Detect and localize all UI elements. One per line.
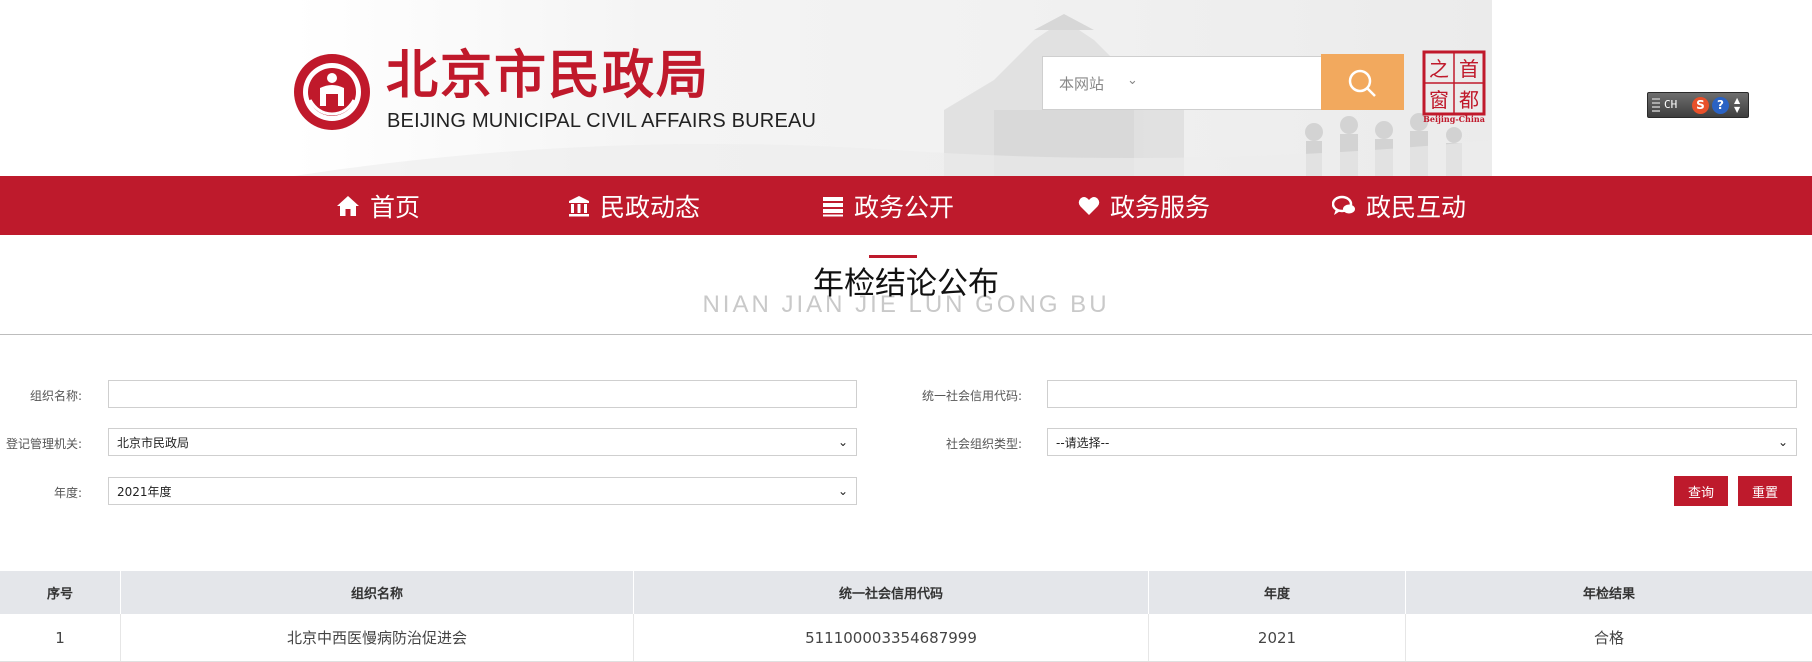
search-box[interactable]: 本网站 ⌄ (1042, 56, 1322, 110)
authority-label: 登记管理机关: (5, 437, 82, 451)
table-header-cell: 组织名称 (121, 571, 634, 614)
search-button[interactable] (1321, 54, 1404, 110)
site-header: 北京市民政局 BEIJING MUNICIPAL CIVIL AFFAIRS B… (0, 0, 1812, 176)
org-type-select[interactable]: --请选择-- ⌄ (1047, 428, 1797, 456)
table-row[interactable]: 1 北京中西医慢病防治促进会 511100003354687999 2021 合… (0, 614, 1812, 662)
home-icon (337, 195, 359, 216)
capital-window-link[interactable]: 首 之 都 窗 Beijing-China (1421, 50, 1487, 124)
org-name-input[interactable] (108, 380, 857, 408)
site-title[interactable]: 北京市民政局 (386, 44, 710, 108)
search-icon (1348, 69, 1376, 97)
capital-char-4: 窗 (1429, 88, 1449, 112)
nav-item-label: 政民互动 (1366, 192, 1467, 222)
table-header-cell: 年度 (1149, 571, 1406, 614)
credit-code-input[interactable] (1047, 380, 1797, 408)
help-icon[interactable]: ? (1712, 97, 1729, 114)
section-divider (0, 334, 1812, 335)
chevron-down-icon: ⌄ (837, 484, 848, 498)
capital-char-3: 都 (1459, 88, 1479, 112)
search-scope-select[interactable]: 本网站 (1059, 73, 1104, 94)
credit-code-label: 统一社会信用代码: (921, 389, 1022, 403)
capital-window-logo: 首 之 都 窗 Beijing-China (1422, 50, 1486, 124)
nav-item-label: 首页 (370, 192, 421, 222)
table-cell[interactable]: 北京中西医慢病防治促进会 (121, 614, 634, 661)
org-name-label: 组织名称: (29, 389, 82, 403)
capital-char-2: 之 (1429, 57, 1449, 81)
capital-char-1: 首 (1459, 57, 1479, 81)
expand-arrows-icon[interactable]: ▲ ▼ (1734, 96, 1740, 114)
drag-handle-icon[interactable] (1652, 98, 1660, 112)
org-type-label: 社会组织类型: (945, 437, 1022, 451)
nav-item-label: 政务公开 (854, 192, 955, 222)
year-label: 年度: (53, 486, 82, 500)
chevron-down-icon[interactable]: ⌄ (1127, 73, 1138, 88)
title-accent-bar (869, 255, 917, 258)
table-header-cell: 年检结果 (1582, 587, 1635, 602)
table-header-row: 序号 组织名称 统一社会信用代码 年度 年检结果 (0, 571, 1812, 614)
org-type-selected-value: --请选择-- (1056, 435, 1110, 450)
nav-item-home[interactable]: 首页 (336, 176, 420, 235)
building-icon (569, 195, 589, 216)
authority-select[interactable]: 北京市民政局 ⌄ (108, 428, 857, 456)
nav-item-public-affairs[interactable]: 政务公开 (822, 176, 954, 235)
heart-icon (1078, 196, 1100, 215)
main-nav: 首页 民政动态 政务公开 政务服务 政民互动 (0, 176, 1812, 235)
authority-selected-value: 北京市民政局 (117, 435, 190, 450)
reset-button[interactable]: 重置 (1738, 476, 1792, 506)
table-header-cell: 序号 (0, 571, 121, 614)
table-cell: 1 (0, 614, 121, 661)
civil-affairs-logo[interactable] (292, 52, 372, 132)
nav-item-news[interactable]: 民政动态 (568, 176, 700, 235)
table-header-cell: 统一社会信用代码 (634, 571, 1149, 614)
year-select[interactable]: 2021年度 ⌄ (108, 477, 857, 505)
sogou-icon[interactable]: S (1692, 97, 1709, 114)
nav-item-services[interactable]: 政务服务 (1078, 176, 1210, 235)
nav-item-label: 政务服务 (1110, 192, 1211, 222)
chevron-down-icon: ⌄ (1777, 435, 1788, 449)
input-method-toolbar[interactable]: CH S ? ▲ ▼ (1647, 92, 1749, 118)
table-cell: 511100003354687999 (634, 614, 1149, 661)
query-button[interactable]: 查询 (1674, 476, 1728, 506)
site-subtitle: BEIJING MUNICIPAL CIVIL AFFAIRS BUREAU (387, 110, 817, 132)
table-cell: 合格 (1593, 629, 1624, 647)
book-icon (823, 196, 843, 216)
search-input[interactable] (1153, 65, 1313, 101)
year-selected-value: 2021年度 (117, 484, 172, 499)
page-title: 年检结论公布 (813, 266, 999, 302)
table-cell: 2021 (1149, 614, 1406, 661)
toolbar-language-label[interactable]: CH (1664, 98, 1677, 111)
nav-item-interaction[interactable]: 政民互动 (1332, 176, 1466, 235)
chat-icon (1332, 195, 1355, 215)
capital-caption: Beijing-China (1423, 114, 1485, 124)
nav-item-label: 民政动态 (600, 192, 701, 222)
chevron-down-icon: ⌄ (837, 435, 848, 449)
